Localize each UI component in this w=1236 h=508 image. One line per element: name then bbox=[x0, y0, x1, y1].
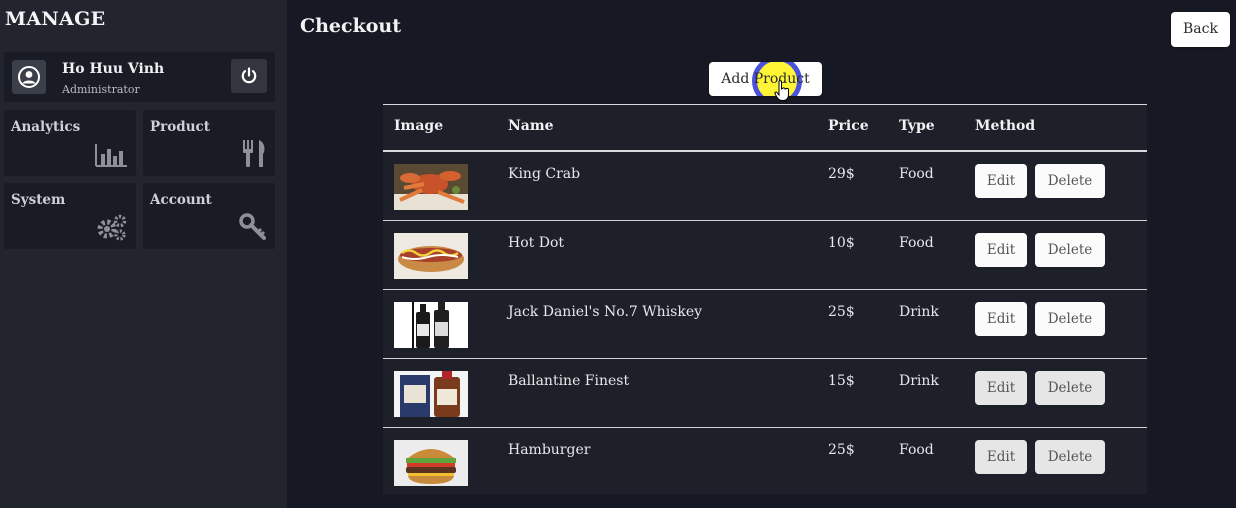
table-row: Ballantine Finest 15$ Drink Edit Delete bbox=[383, 359, 1147, 428]
avatar bbox=[12, 60, 46, 94]
delete-button[interactable]: Delete bbox=[1035, 233, 1105, 267]
user-icon bbox=[18, 66, 40, 88]
table-row: Hot Dot 10$ Food Edit Delete bbox=[383, 221, 1147, 290]
product-name: Jack Daniel's No.7 Whiskey bbox=[508, 304, 703, 320]
product-type: Food bbox=[899, 166, 934, 182]
gears-icon bbox=[97, 214, 127, 241]
tile-analytics-label: Analytics bbox=[11, 119, 81, 135]
tile-product[interactable]: Product bbox=[143, 110, 275, 176]
user-name: Ho Huu Vinh bbox=[62, 61, 165, 77]
table-row: Hamburger 25$ Food Edit Delete bbox=[383, 428, 1147, 496]
product-price: 29$ bbox=[828, 166, 855, 182]
edit-button[interactable]: Edit bbox=[975, 302, 1027, 336]
header-method: Method bbox=[975, 118, 1036, 134]
edit-button[interactable]: Edit bbox=[975, 164, 1027, 198]
tile-system-label: System bbox=[11, 192, 66, 208]
product-name: King Crab bbox=[508, 166, 581, 182]
product-name: Hamburger bbox=[508, 442, 591, 458]
header-name: Name bbox=[508, 118, 554, 134]
product-price: 10$ bbox=[828, 235, 855, 251]
product-name: Ballantine Finest bbox=[508, 373, 630, 389]
king-crab-photo bbox=[394, 164, 468, 210]
edit-button[interactable]: Edit bbox=[975, 440, 1027, 474]
delete-button[interactable]: Delete bbox=[1035, 440, 1105, 474]
product-name: Hot Dot bbox=[508, 235, 564, 251]
header-image: Image bbox=[394, 118, 444, 134]
product-price: 25$ bbox=[828, 442, 855, 458]
fork-knife-icon bbox=[243, 140, 265, 167]
product-type: Drink bbox=[899, 373, 939, 389]
product-price: 15$ bbox=[828, 373, 855, 389]
bar-chart-icon bbox=[95, 144, 127, 167]
product-type: Food bbox=[899, 442, 934, 458]
hot-dog-photo bbox=[394, 233, 468, 279]
whiskey-bottle-photo bbox=[394, 302, 468, 348]
brand-title: MANAGE bbox=[5, 8, 106, 30]
product-price: 25$ bbox=[828, 304, 855, 320]
add-product-label: Add Product bbox=[721, 71, 810, 87]
tile-system[interactable]: System bbox=[4, 183, 136, 249]
tile-product-label: Product bbox=[150, 119, 210, 135]
key-icon bbox=[239, 213, 266, 240]
edit-button[interactable]: Edit bbox=[975, 233, 1027, 267]
ballantine-bottle-photo bbox=[394, 371, 468, 417]
product-type: Drink bbox=[899, 304, 939, 320]
edit-button[interactable]: Edit bbox=[975, 371, 1027, 405]
table-row: King Crab 29$ Food Edit Delete bbox=[383, 152, 1147, 221]
products-table: Image Name Price Type Method King Crab 2… bbox=[383, 104, 1147, 494]
delete-button[interactable]: Delete bbox=[1035, 302, 1105, 336]
back-button[interactable]: Back bbox=[1171, 12, 1230, 47]
product-type: Food bbox=[899, 235, 934, 251]
hand-cursor-icon bbox=[774, 80, 789, 101]
page-title: Checkout bbox=[300, 15, 402, 37]
add-product-button[interactable]: Add Product bbox=[709, 62, 822, 96]
delete-button[interactable]: Delete bbox=[1035, 164, 1105, 198]
table-header: Image Name Price Type Method bbox=[383, 105, 1147, 152]
delete-button[interactable]: Delete bbox=[1035, 371, 1105, 405]
header-price: Price bbox=[828, 118, 869, 134]
table-row: Jack Daniel's No.7 Whiskey 25$ Drink Edi… bbox=[383, 290, 1147, 359]
user-card: Ho Huu Vinh Administrator bbox=[4, 52, 275, 102]
user-role: Administrator bbox=[62, 83, 140, 96]
sidebar: MANAGE Ho Huu Vinh Administrator Analyti… bbox=[0, 0, 287, 508]
tile-analytics[interactable]: Analytics bbox=[4, 110, 136, 176]
logout-button[interactable] bbox=[231, 59, 267, 93]
header-type: Type bbox=[899, 118, 935, 134]
power-icon bbox=[241, 67, 257, 84]
tile-account-label: Account bbox=[150, 192, 212, 208]
hamburger-photo bbox=[394, 440, 468, 486]
tile-account[interactable]: Account bbox=[143, 183, 275, 249]
